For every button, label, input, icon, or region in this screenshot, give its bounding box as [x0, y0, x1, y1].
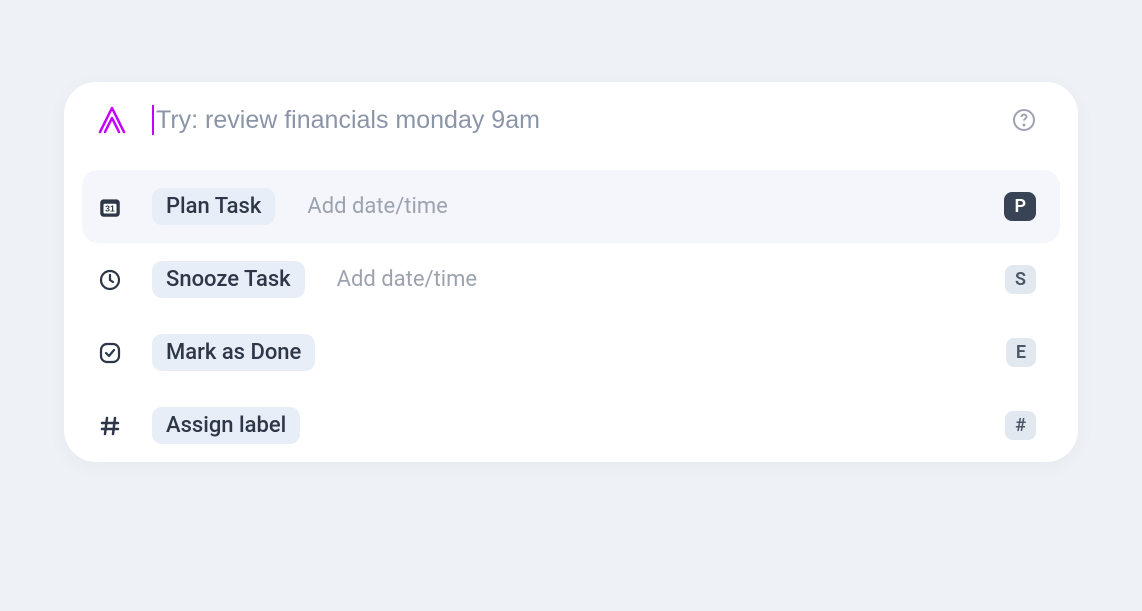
- menu-item-mark-done[interactable]: Mark as Done E: [82, 316, 1060, 389]
- hash-icon: [96, 412, 124, 440]
- text-cursor: [152, 105, 154, 135]
- help-icon[interactable]: [1012, 108, 1036, 132]
- menu-item-assign-label[interactable]: Assign label #: [82, 389, 1060, 462]
- menu-item-label: Snooze Task: [152, 261, 305, 298]
- search-header: [64, 82, 1078, 158]
- menu-item-label: Assign label: [152, 407, 300, 444]
- clock-icon: [96, 266, 124, 294]
- menu-item-label: Mark as Done: [152, 334, 315, 371]
- menu-item-snooze-task[interactable]: Snooze Task Add date/time S: [82, 243, 1060, 316]
- command-menu: 31 Plan Task Add date/time P Snooze Task…: [64, 158, 1078, 462]
- check-icon: [96, 339, 124, 367]
- menu-item-plan-task[interactable]: 31 Plan Task Add date/time P: [82, 170, 1060, 243]
- menu-item-hint: Add date/time: [307, 194, 447, 219]
- search-input[interactable]: [156, 106, 988, 135]
- shortcut-key: P: [1004, 192, 1036, 221]
- app-logo-icon: [96, 104, 128, 136]
- search-input-wrapper[interactable]: [152, 105, 988, 135]
- menu-item-hint: Add date/time: [337, 267, 477, 292]
- menu-item-label: Plan Task: [152, 188, 275, 225]
- shortcut-key: S: [1005, 265, 1036, 294]
- shortcut-key: #: [1005, 411, 1036, 440]
- calendar-icon: 31: [96, 193, 124, 221]
- svg-text:31: 31: [105, 203, 115, 213]
- shortcut-key: E: [1006, 338, 1036, 367]
- command-palette: 31 Plan Task Add date/time P Snooze Task…: [64, 82, 1078, 462]
